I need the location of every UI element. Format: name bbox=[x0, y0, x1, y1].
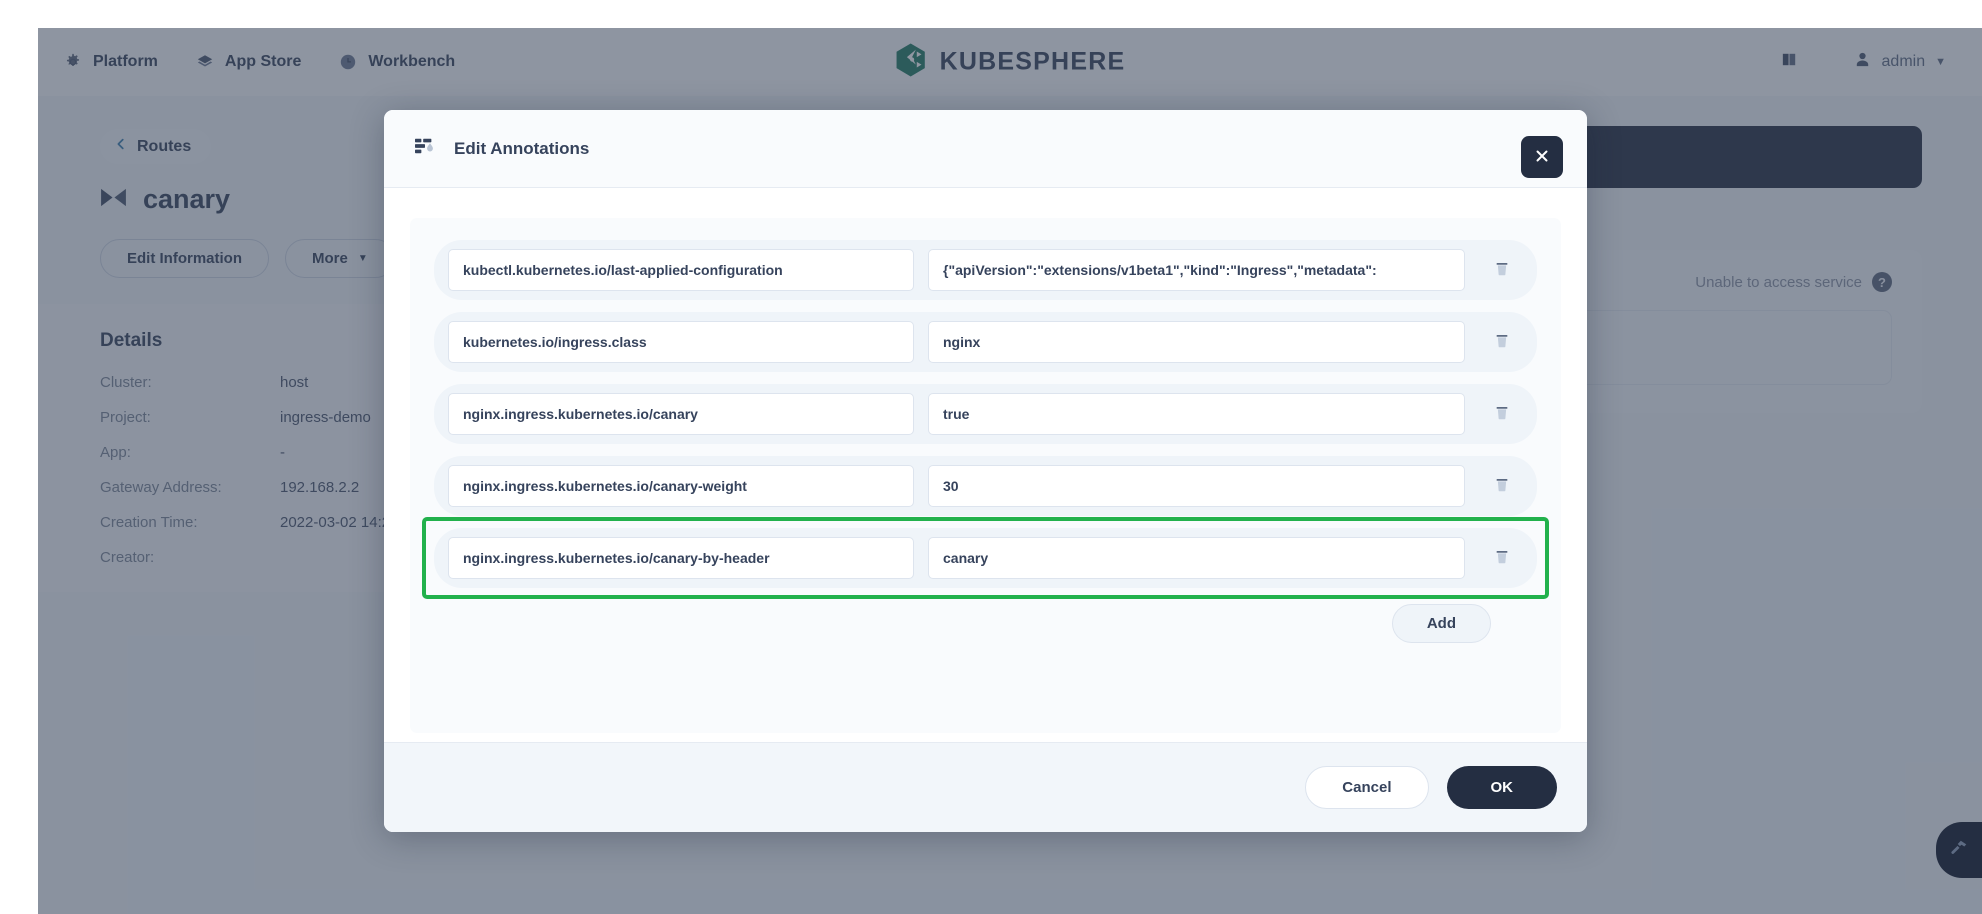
dialog-title: Edit Annotations bbox=[454, 139, 589, 159]
delete-annotation-button[interactable] bbox=[1479, 260, 1525, 281]
trash-icon bbox=[1493, 548, 1511, 569]
annotation-value-input[interactable]: 30 bbox=[928, 465, 1465, 507]
edit-annotations-dialog: Edit Annotations kubectl.kubernetes.io/l… bbox=[384, 110, 1587, 832]
cancel-label: Cancel bbox=[1342, 779, 1391, 796]
annotation-key-input[interactable]: kubectl.kubernetes.io/last-applied-confi… bbox=[448, 249, 914, 291]
annotation-value-input[interactable]: true bbox=[928, 393, 1465, 435]
delete-annotation-button[interactable] bbox=[1479, 332, 1525, 353]
annotation-row: nginx.ingress.kubernetes.io/canary-weigh… bbox=[434, 456, 1537, 516]
annotation-key-input[interactable]: nginx.ingress.kubernetes.io/canary bbox=[448, 393, 914, 435]
annotation-row: kubernetes.io/ingress.class nginx bbox=[434, 312, 1537, 372]
delete-annotation-button[interactable] bbox=[1479, 476, 1525, 497]
trash-icon bbox=[1493, 404, 1511, 425]
dialog-header: Edit Annotations bbox=[384, 110, 1587, 188]
ok-button[interactable]: OK bbox=[1447, 766, 1558, 809]
add-button-label: Add bbox=[1427, 615, 1456, 632]
ok-label: OK bbox=[1491, 779, 1514, 796]
annotation-key-input[interactable]: nginx.ingress.kubernetes.io/canary-weigh… bbox=[448, 465, 914, 507]
annotation-row: kubectl.kubernetes.io/last-applied-confi… bbox=[434, 240, 1537, 300]
trash-icon bbox=[1493, 332, 1511, 353]
annotations-icon bbox=[414, 136, 436, 161]
annotation-row: nginx.ingress.kubernetes.io/canary true bbox=[434, 384, 1537, 444]
cancel-button[interactable]: Cancel bbox=[1305, 766, 1428, 809]
delete-annotation-button[interactable] bbox=[1479, 548, 1525, 569]
annotation-key-input[interactable]: kubernetes.io/ingress.class bbox=[448, 321, 914, 363]
annotation-row-highlighted: nginx.ingress.kubernetes.io/canary-by-he… bbox=[434, 528, 1537, 588]
hammer-icon bbox=[1949, 838, 1969, 863]
annotation-value-input[interactable]: canary bbox=[928, 537, 1465, 579]
dialog-body: kubectl.kubernetes.io/last-applied-confi… bbox=[384, 188, 1587, 742]
annotation-value-input[interactable]: nginx bbox=[928, 321, 1465, 363]
close-icon bbox=[1533, 147, 1551, 168]
close-dialog-button[interactable] bbox=[1521, 136, 1563, 178]
add-annotation-wrap: Add bbox=[434, 604, 1537, 643]
add-annotation-button[interactable]: Add bbox=[1392, 604, 1491, 643]
delete-annotation-button[interactable] bbox=[1479, 404, 1525, 425]
toolbox-fab-button[interactable] bbox=[1936, 822, 1982, 878]
annotation-key-input[interactable]: nginx.ingress.kubernetes.io/canary-by-he… bbox=[448, 537, 914, 579]
trash-icon bbox=[1493, 476, 1511, 497]
dialog-footer: Cancel OK bbox=[384, 742, 1587, 832]
annotation-value-input[interactable]: {"apiVersion":"extensions/v1beta1","kind… bbox=[928, 249, 1465, 291]
trash-icon bbox=[1493, 260, 1511, 281]
annotations-panel: kubectl.kubernetes.io/last-applied-confi… bbox=[410, 218, 1561, 733]
